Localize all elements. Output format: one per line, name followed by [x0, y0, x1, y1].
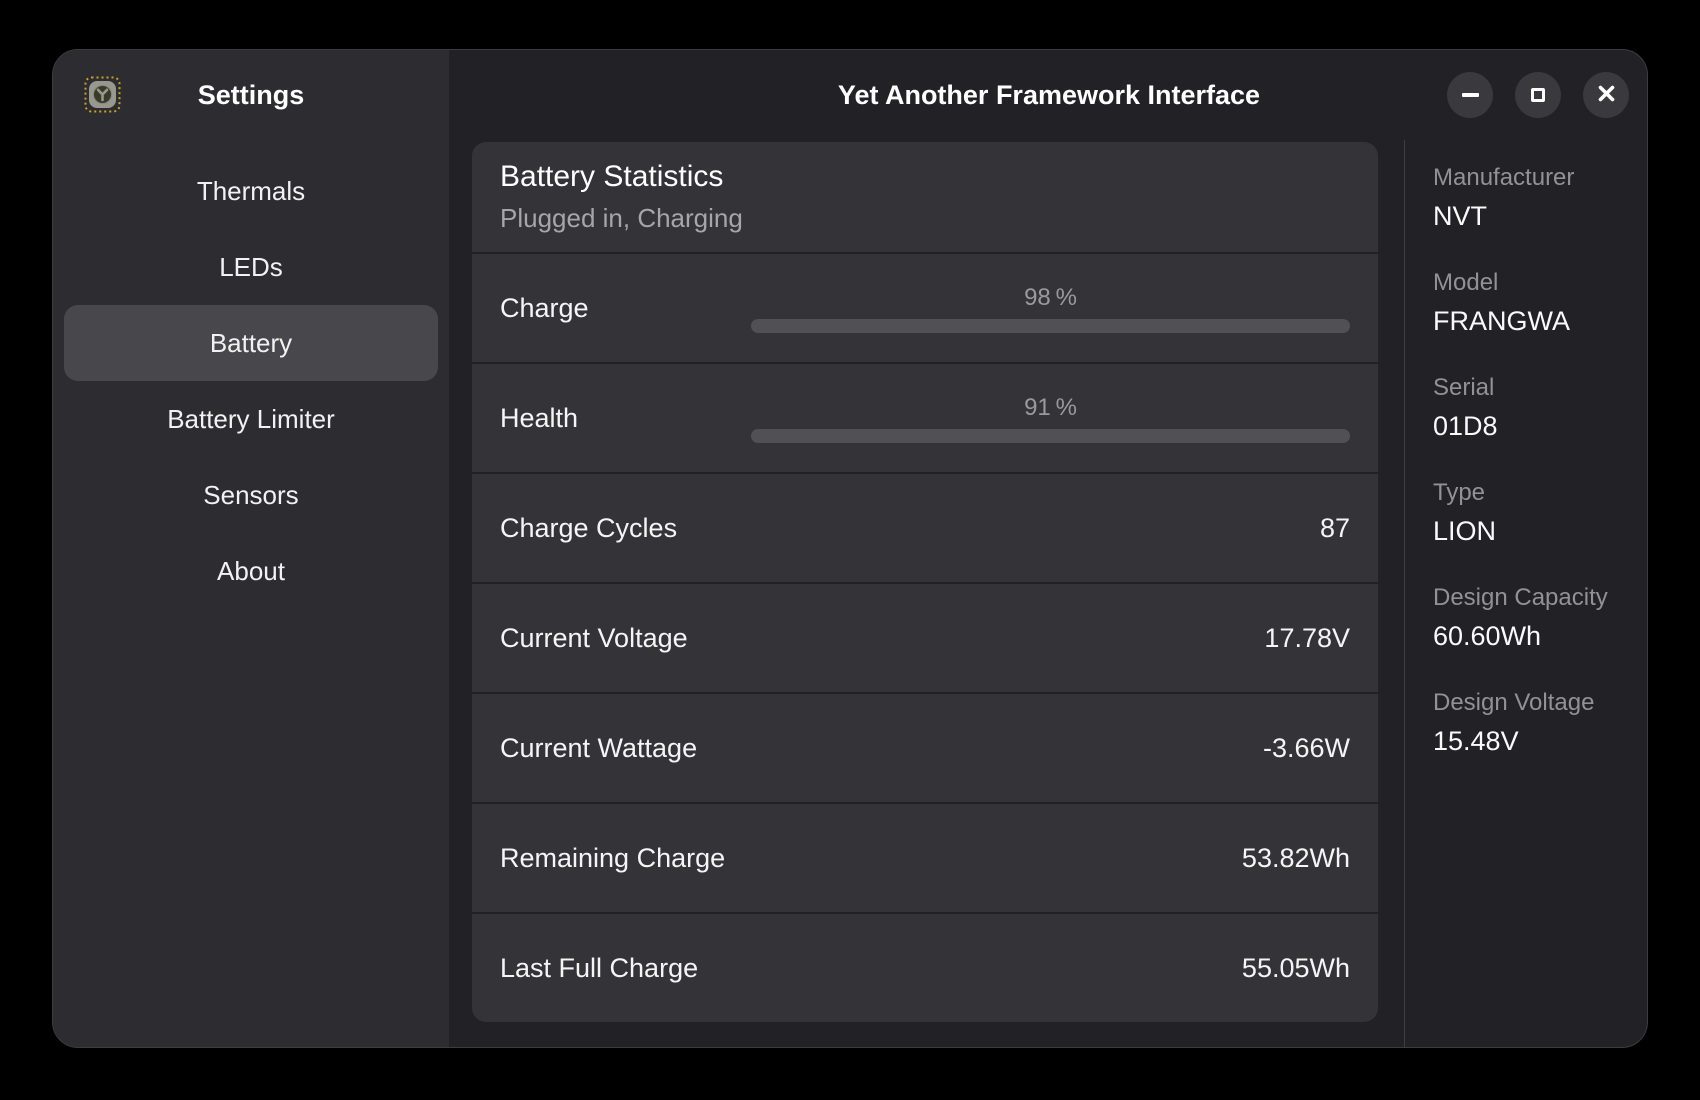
battery-details-panel: Manufacturer NVT Model FRANGWA Serial 01…	[1404, 140, 1648, 1047]
maximize-button[interactable]	[1515, 72, 1561, 118]
last-full-charge-row: Last Full Charge 55.05Wh	[472, 912, 1378, 1022]
current-wattage-value: -3.66W	[1263, 733, 1350, 764]
design-voltage-value: 15.48V	[1433, 726, 1639, 757]
model-value: FRANGWA	[1433, 306, 1639, 337]
health-label: Health	[500, 403, 578, 434]
current-wattage-label: Current Wattage	[500, 733, 697, 764]
current-voltage-label: Current Voltage	[500, 623, 688, 654]
health-percent-text: 91 %	[1024, 394, 1077, 422]
model-label: Model	[1433, 269, 1639, 297]
charge-cycles-label: Charge Cycles	[500, 513, 677, 544]
battery-stats-column: Battery Statistics Plugged in, Charging …	[449, 140, 1404, 1047]
serial-field: Serial 01D8	[1433, 374, 1639, 442]
design-voltage-field: Design Voltage 15.48V	[1433, 689, 1639, 757]
health-row: Health 91 %	[472, 362, 1378, 472]
model-field: Model FRANGWA	[1433, 269, 1639, 337]
sidebar-item-about[interactable]: About	[64, 533, 438, 609]
current-wattage-row: Current Wattage -3.66W	[472, 692, 1378, 802]
close-icon	[1597, 84, 1616, 106]
sidebar-item-leds[interactable]: LEDs	[64, 229, 438, 305]
last-full-charge-label: Last Full Charge	[500, 953, 698, 984]
type-value: LION	[1433, 516, 1639, 547]
charge-cycles-value: 87	[1320, 513, 1350, 544]
serial-label: Serial	[1433, 374, 1639, 402]
battery-stats-header: Battery Statistics Plugged in, Charging	[472, 142, 1378, 252]
sidebar-title: Settings	[198, 80, 305, 111]
minimize-button[interactable]	[1447, 72, 1493, 118]
battery-status-text: Plugged in, Charging	[500, 203, 743, 234]
sidebar-header: Settings	[53, 50, 449, 140]
health-progressbar-track	[751, 429, 1350, 443]
current-voltage-row: Current Voltage 17.78V	[472, 582, 1378, 692]
charge-row: Charge 98 %	[472, 252, 1378, 362]
headerbar: Yet Another Framework Interface	[449, 50, 1648, 140]
sidebar-item-thermals[interactable]: Thermals	[64, 153, 438, 229]
design-capacity-value: 60.60Wh	[1433, 621, 1639, 652]
app-gear-icon	[84, 76, 121, 113]
design-voltage-label: Design Voltage	[1433, 689, 1639, 717]
maximize-icon	[1531, 88, 1545, 102]
minimize-icon	[1462, 93, 1479, 97]
battery-stats-title: Battery Statistics	[500, 160, 723, 194]
manufacturer-field: Manufacturer NVT	[1433, 164, 1639, 232]
sidebar-item-battery[interactable]: Battery	[64, 305, 438, 381]
battery-stats-card: Battery Statistics Plugged in, Charging …	[472, 142, 1378, 1022]
serial-value: 01D8	[1433, 411, 1639, 442]
health-progress: 91 %	[751, 394, 1350, 443]
sidebar: Settings Thermals LEDs Battery Battery L…	[53, 50, 449, 1047]
sidebar-nav: Thermals LEDs Battery Battery Limiter Se…	[53, 140, 449, 609]
remaining-charge-label: Remaining Charge	[500, 843, 725, 874]
type-label: Type	[1433, 479, 1639, 507]
manufacturer-label: Manufacturer	[1433, 164, 1639, 192]
charge-progress: 98 %	[751, 284, 1350, 333]
close-button[interactable]	[1583, 72, 1629, 118]
charge-progressbar-track	[751, 319, 1350, 333]
sidebar-item-sensors[interactable]: Sensors	[64, 457, 438, 533]
design-capacity-field: Design Capacity 60.60Wh	[1433, 584, 1639, 652]
remaining-charge-value: 53.82Wh	[1242, 843, 1350, 874]
sidebar-item-battery-limiter[interactable]: Battery Limiter	[64, 381, 438, 457]
window-controls	[1447, 72, 1629, 118]
current-voltage-value: 17.78V	[1264, 623, 1350, 654]
charge-label: Charge	[500, 293, 589, 324]
main-area: Yet Another Framework Interface	[449, 50, 1648, 1047]
remaining-charge-row: Remaining Charge 53.82Wh	[472, 802, 1378, 912]
last-full-charge-value: 55.05Wh	[1242, 953, 1350, 984]
content: Battery Statistics Plugged in, Charging …	[449, 140, 1648, 1047]
app-window: Settings Thermals LEDs Battery Battery L…	[52, 49, 1648, 1048]
charge-percent-text: 98 %	[1024, 284, 1077, 312]
type-field: Type LION	[1433, 479, 1639, 547]
charge-cycles-row: Charge Cycles 87	[472, 472, 1378, 582]
manufacturer-value: NVT	[1433, 201, 1639, 232]
design-capacity-label: Design Capacity	[1433, 584, 1639, 612]
